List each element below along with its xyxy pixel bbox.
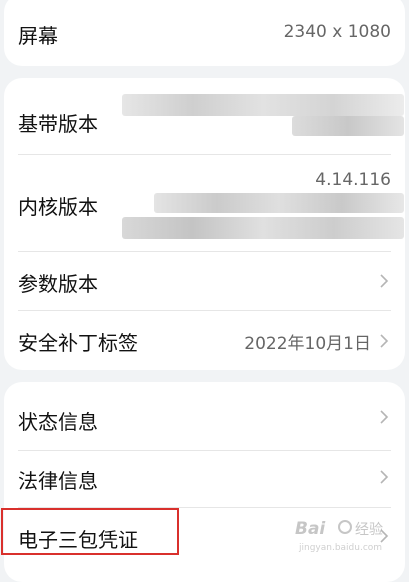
screen-resolution-value: 2340 x 1080 xyxy=(283,22,391,42)
security-patch-row[interactable]: 安全补丁标签 2022年10月1日 xyxy=(4,311,405,370)
highlight-box xyxy=(1,508,179,555)
svg-text:Bai: Bai xyxy=(295,519,326,539)
chevron-right-icon xyxy=(380,334,389,348)
screen-label: 屏幕 xyxy=(18,24,58,48)
chevron-right-icon xyxy=(380,410,389,424)
watermark-logo: Bai 经验 jingyan.baidu.com xyxy=(295,519,383,553)
kernel-version-value: 4.14.116 xyxy=(315,170,391,190)
security-patch-label: 安全补丁标签 xyxy=(18,331,138,355)
svg-text:jingyan.baidu.com: jingyan.baidu.com xyxy=(298,543,382,553)
kernel-version-label: 内核版本 xyxy=(18,195,98,219)
security-patch-value: 2022年10月1日 xyxy=(244,334,371,354)
status-info-label: 状态信息 xyxy=(18,410,98,434)
baseband-version-label: 基带版本 xyxy=(18,112,98,136)
chevron-right-icon xyxy=(380,470,389,484)
svg-text:经验: 经验 xyxy=(355,522,383,538)
version-card: 基带版本 内核版本 4.14.116 参数版本 安全补丁标签 2022年10月1… xyxy=(4,78,405,370)
kernel-version-row: 内核版本 4.14.116 xyxy=(4,155,405,251)
status-info-row[interactable]: 状态信息 xyxy=(4,382,405,450)
baseband-version-row: 基带版本 xyxy=(4,78,405,154)
legal-info-row[interactable]: 法律信息 xyxy=(4,451,405,507)
params-version-label: 参数版本 xyxy=(18,272,98,296)
display-card: 屏幕 2340 x 1080 xyxy=(4,0,405,66)
screen-resolution-row: 屏幕 2340 x 1080 xyxy=(4,0,405,66)
legal-info-label: 法律信息 xyxy=(18,469,98,493)
chevron-right-icon xyxy=(380,274,389,288)
params-version-row[interactable]: 参数版本 xyxy=(4,252,405,310)
